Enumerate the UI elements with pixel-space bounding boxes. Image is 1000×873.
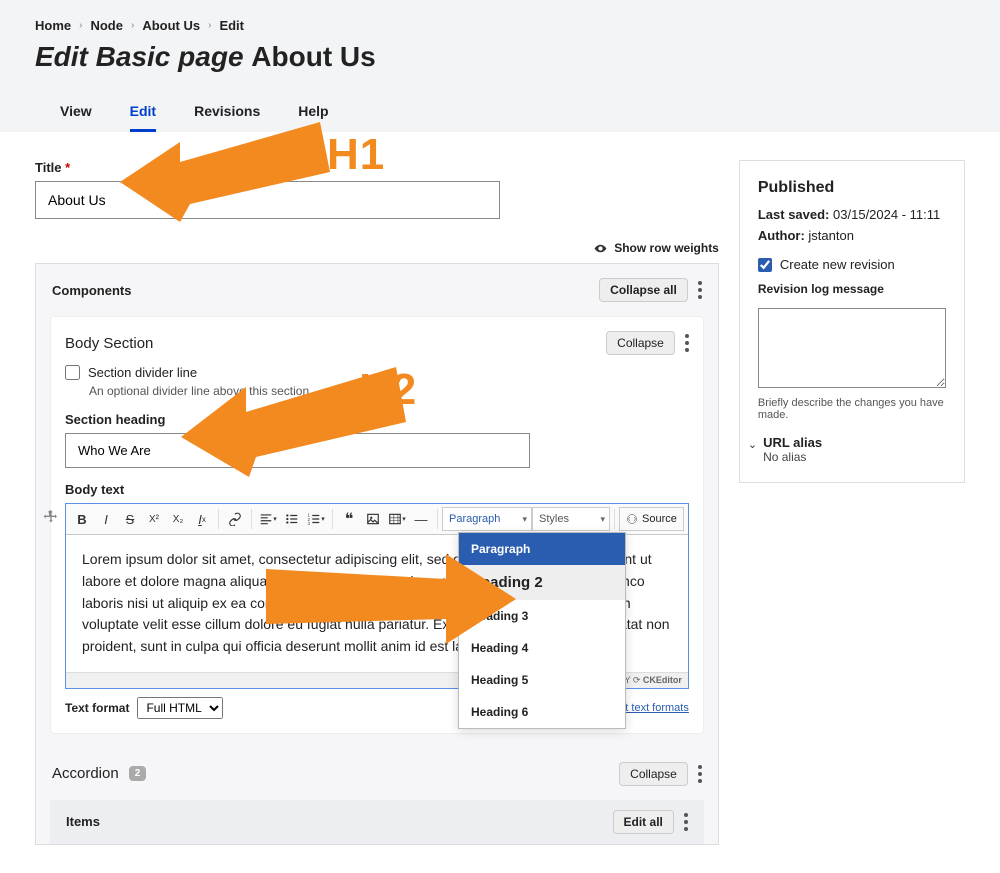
revision-help: Briefly describe the changes you have ma… (758, 397, 946, 421)
drag-handle-icon[interactable] (43, 509, 59, 528)
collapse-all-button[interactable]: Collapse all (599, 278, 688, 302)
table-icon[interactable]: ▾ (385, 507, 409, 531)
breadcrumb-about[interactable]: About Us (142, 18, 200, 33)
body-collapse-button[interactable]: Collapse (606, 331, 675, 355)
paragraph-select[interactable]: Paragraph▾ (442, 507, 532, 531)
accordion-menu-icon[interactable] (698, 765, 702, 783)
tab-help[interactable]: Help (298, 93, 328, 132)
tabs: View Edit Revisions Help (35, 93, 965, 132)
quote-icon[interactable]: ❝ (337, 507, 361, 531)
italic-icon[interactable]: I (94, 507, 118, 531)
heading-option-h5[interactable]: Heading 5 (459, 664, 625, 696)
breadcrumb-node[interactable]: Node (90, 18, 123, 33)
body-text-label: Body text (65, 482, 689, 497)
divider-checkbox[interactable] (65, 365, 80, 380)
breadcrumb: Home › Node › About Us › Edit (35, 18, 965, 33)
breadcrumb-home[interactable]: Home (35, 18, 71, 33)
revision-log-label: Revision log message (758, 282, 946, 296)
heading-option-paragraph[interactable]: Paragraph (459, 533, 625, 565)
items-menu-icon[interactable] (684, 813, 688, 831)
bullet-list-icon[interactable] (280, 507, 304, 531)
number-list-icon[interactable]: 123▾ (304, 507, 328, 531)
heading-dropdown: Paragraph Heading 2 Heading 3 Heading 4 … (458, 532, 626, 729)
create-revision-label: Create new revision (780, 257, 895, 272)
components-panel: Components Collapse all Body Section Col… (35, 263, 719, 844)
styles-select[interactable]: Styles▾ (532, 507, 610, 531)
align-icon[interactable]: ▾ (256, 507, 280, 531)
divider-help: An optional divider line above this sect… (89, 384, 689, 398)
eye-icon (594, 242, 607, 255)
tab-edit[interactable]: Edit (130, 93, 156, 132)
hr-icon[interactable]: — (409, 507, 433, 531)
link-icon[interactable] (223, 507, 247, 531)
accordion-collapse-button[interactable]: Collapse (619, 762, 688, 786)
strike-icon[interactable]: S (118, 507, 142, 531)
source-button[interactable]: Source (619, 507, 684, 531)
create-revision-checkbox[interactable] (758, 258, 772, 272)
title-label: Title * (35, 160, 719, 175)
accordion-items-row: Items Edit all (50, 800, 704, 844)
accordion-count-badge: 2 (129, 766, 147, 781)
clear-format-icon[interactable]: Ix (190, 507, 214, 531)
page-title: Edit Basic page About Us (35, 41, 965, 73)
bold-icon[interactable]: B (70, 507, 94, 531)
section-heading-label: Section heading (65, 412, 689, 427)
heading-option-h4[interactable]: Heading 4 (459, 632, 625, 664)
chevron-down-icon[interactable]: ⌄ (748, 435, 757, 451)
tab-revisions[interactable]: Revisions (194, 93, 260, 132)
superscript-icon[interactable]: X² (142, 507, 166, 531)
editor-toolbar: B I S X² X₂ Ix ▾ 123 (66, 504, 688, 535)
body-menu-icon[interactable] (685, 334, 689, 352)
components-label: Components (52, 283, 131, 298)
body-section: Body Section Collapse Section divider li… (50, 316, 704, 733)
accordion-section: Accordion 2 Collapse (36, 748, 718, 800)
text-format-select[interactable]: Full HTML (137, 697, 223, 719)
heading-option-h3[interactable]: Heading 3 (459, 600, 625, 632)
status-label: Published (758, 179, 946, 197)
divider-label: Section divider line (88, 365, 197, 380)
text-format: Text format Full HTML (65, 697, 223, 719)
svg-text:3: 3 (308, 521, 311, 526)
sidebar: Published Last saved: 03/15/2024 - 11:11… (739, 160, 965, 483)
revision-log-input[interactable] (758, 308, 946, 388)
heading-option-h2[interactable]: Heading 2 (459, 565, 625, 600)
editor-frame: B I S X² X₂ Ix ▾ 123 (65, 503, 689, 688)
title-input[interactable] (35, 181, 500, 219)
tab-view[interactable]: View (60, 93, 92, 132)
heading-option-h6[interactable]: Heading 6 (459, 696, 625, 728)
source-icon (626, 513, 638, 525)
edit-all-button[interactable]: Edit all (613, 810, 674, 834)
url-alias-label[interactable]: URL alias (763, 435, 822, 450)
components-menu-icon[interactable] (698, 281, 702, 299)
breadcrumb-edit[interactable]: Edit (219, 18, 244, 33)
image-icon[interactable] (361, 507, 385, 531)
subscript-icon[interactable]: X₂ (166, 507, 190, 531)
section-heading-input[interactable] (65, 433, 530, 468)
body-section-label: Body Section (65, 335, 153, 352)
show-row-weights[interactable]: Show row weights (35, 241, 719, 255)
url-alias-value: No alias (763, 450, 822, 464)
